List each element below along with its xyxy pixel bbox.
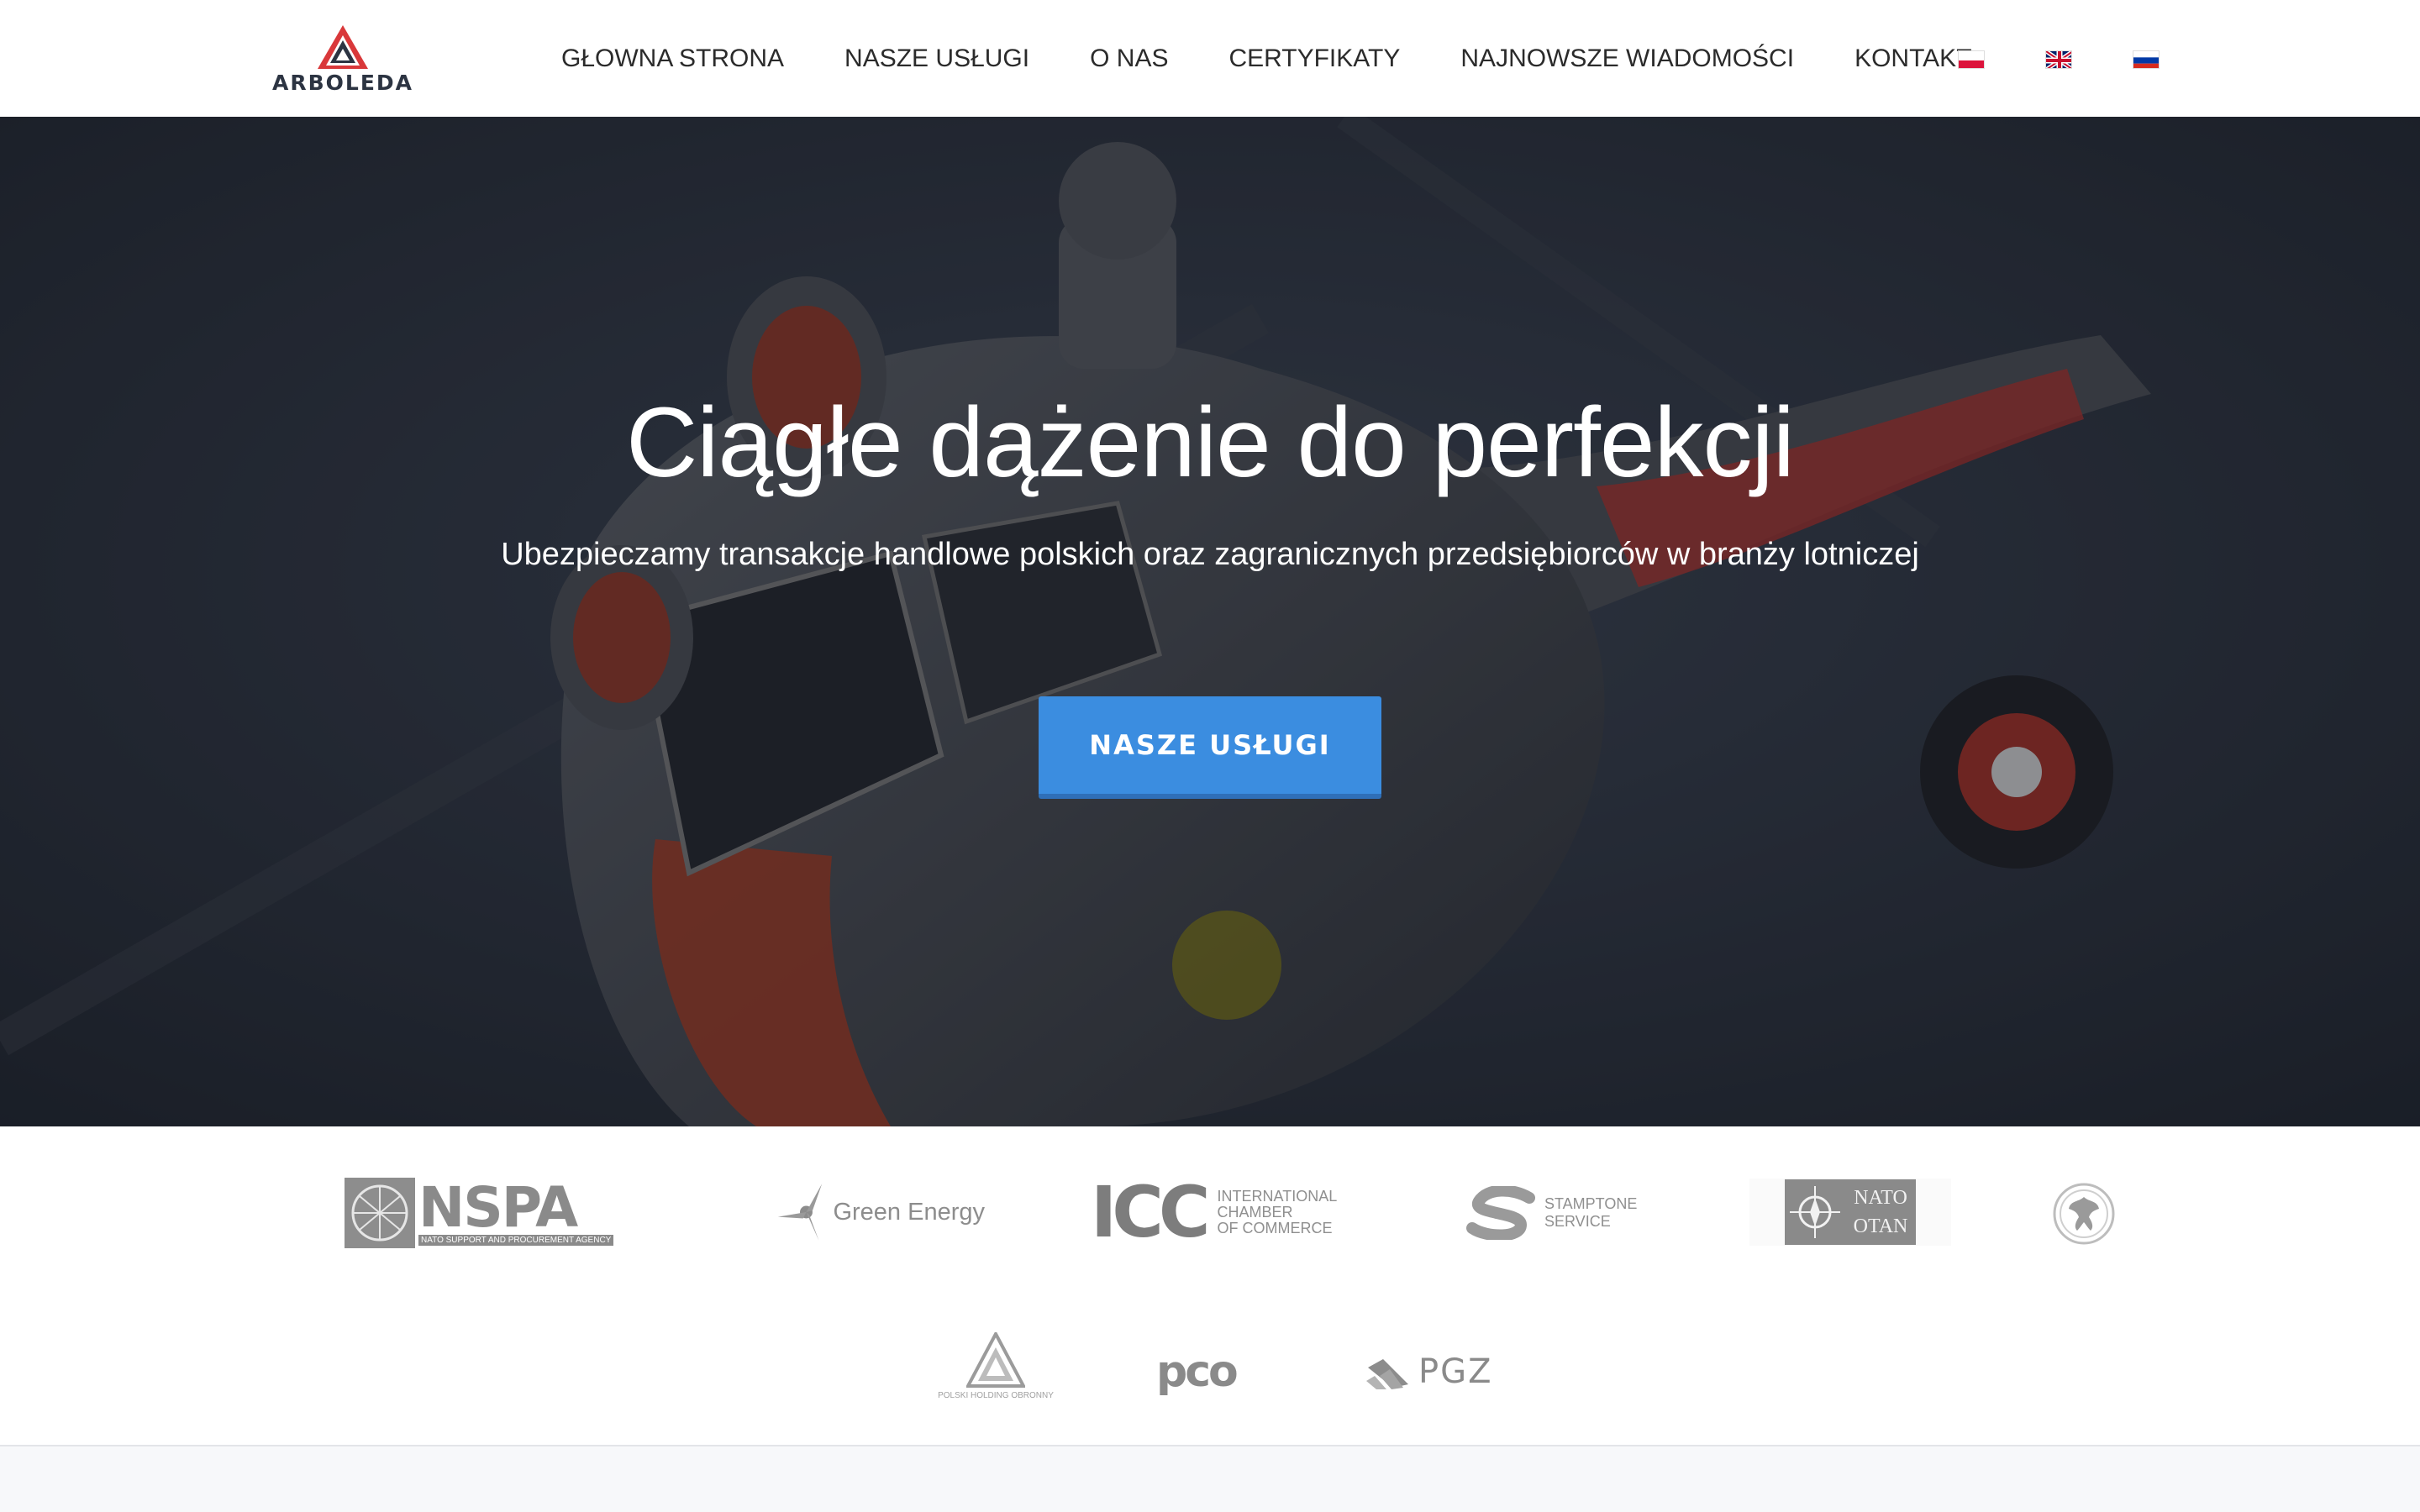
pho-caption: POLSKI HOLDING OBRONNY: [938, 1390, 1054, 1400]
icc-line-2: CHAMBER: [1217, 1203, 1293, 1221]
nav-item-contact[interactable]: KONTAKT: [1854, 45, 1971, 73]
partner-logo-nato[interactable]: NATO OTAN: [1749, 1179, 1951, 1246]
hero-subtitle: Ubezpieczamy transakcje handlowe polskic…: [501, 537, 1919, 572]
language-switcher: [1958, 50, 2220, 69]
nspa-caption: NATO SUPPORT AND PROCUREMENT AGENCY: [418, 1234, 614, 1246]
nav-item-services[interactable]: NASZE USŁUGI: [844, 45, 1029, 73]
stamptone-s-icon: [1466, 1186, 1535, 1240]
icc-name: ICC: [1091, 1171, 1211, 1253]
pgz-name: PGZ: [1418, 1352, 1493, 1391]
partners-section: NSPA NATO SUPPORT AND PROCUREMENT AGENCY…: [0, 1126, 2420, 1446]
green-energy-turbine-icon: [777, 1184, 823, 1241]
nav-item-certificates[interactable]: CERTYFIKATY: [1228, 45, 1400, 73]
partner-logo-stamptone[interactable]: STAMPTONE SERVICE: [1462, 1184, 1647, 1242]
main-nav: GŁOWNA STRONA NASZE USŁUGI O NAS CERTYFI…: [561, 0, 2033, 117]
uk-flag-icon[interactable]: [2045, 50, 2072, 69]
partner-logo-green-energy[interactable]: Green Energy: [775, 1177, 985, 1247]
nav-item-news[interactable]: NAJNOWSZE WIADOMOŚCI: [1460, 45, 1794, 73]
hero-section: Ciągłe dążenie do perfekcji Ubezpieczamy…: [0, 117, 2420, 1126]
arboleda-logo-icon: [318, 25, 368, 69]
pgz-chevrons-icon: [1366, 1359, 1408, 1389]
partner-logo-pho[interactable]: POLSKI HOLDING OBRONNY: [924, 1328, 1067, 1404]
nav-item-home[interactable]: GŁOWNA STRONA: [561, 45, 784, 73]
pho-triangle-icon: [966, 1331, 1025, 1388]
icc-line-1: INTERNATIONAL: [1217, 1187, 1338, 1205]
hero-title: Ciągłe dążenie do perfekcji: [626, 387, 1795, 498]
partner-logo-icc[interactable]: ICC INTERNATIONAL CHAMBER OF COMMERCE: [1091, 1177, 1360, 1247]
nspa-globe-icon: [345, 1178, 415, 1248]
site-header: ARBOLEDA GŁOWNA STRONA NASZE USŁUGI O NA…: [0, 0, 2420, 117]
site-logo[interactable]: ARBOLEDA: [267, 24, 418, 95]
our-services-button[interactable]: NASZE USŁUGI: [1039, 696, 1381, 799]
polish-eagle-emblem-icon: [2053, 1183, 2115, 1245]
partner-logo-pco[interactable]: pco: [1156, 1347, 1257, 1397]
pco-name: pco: [1156, 1347, 1239, 1397]
stamptone-line-2: SERVICE: [1544, 1213, 1611, 1230]
nato-line-1: NATO: [1854, 1187, 1907, 1209]
helicopter-background-image: [0, 117, 2420, 1126]
logo-text: ARBOLEDA: [271, 71, 413, 95]
pl-flag-icon[interactable]: [1958, 50, 1985, 69]
nato-compass-icon: [1790, 1186, 1840, 1238]
partner-logo-pgz[interactable]: PGZ: [1365, 1348, 1507, 1395]
icc-line-3: OF COMMERCE: [1217, 1219, 1333, 1236]
ru-flag-icon[interactable]: [2133, 50, 2160, 69]
nspa-name: NSPA: [418, 1174, 578, 1240]
green-energy-name: Green Energy: [833, 1198, 985, 1226]
nato-line-2: OTAN: [1853, 1215, 1908, 1237]
page-bottom-area: [0, 1448, 2420, 1512]
partner-logo-polish-eagle[interactable]: [2050, 1180, 2118, 1247]
stamptone-line-1: STAMPTONE: [1544, 1195, 1638, 1212]
partner-logo-nspa[interactable]: NSPA NATO SUPPORT AND PROCUREMENT AGENCY: [345, 1177, 669, 1249]
nav-item-about[interactable]: O NAS: [1090, 45, 1168, 73]
